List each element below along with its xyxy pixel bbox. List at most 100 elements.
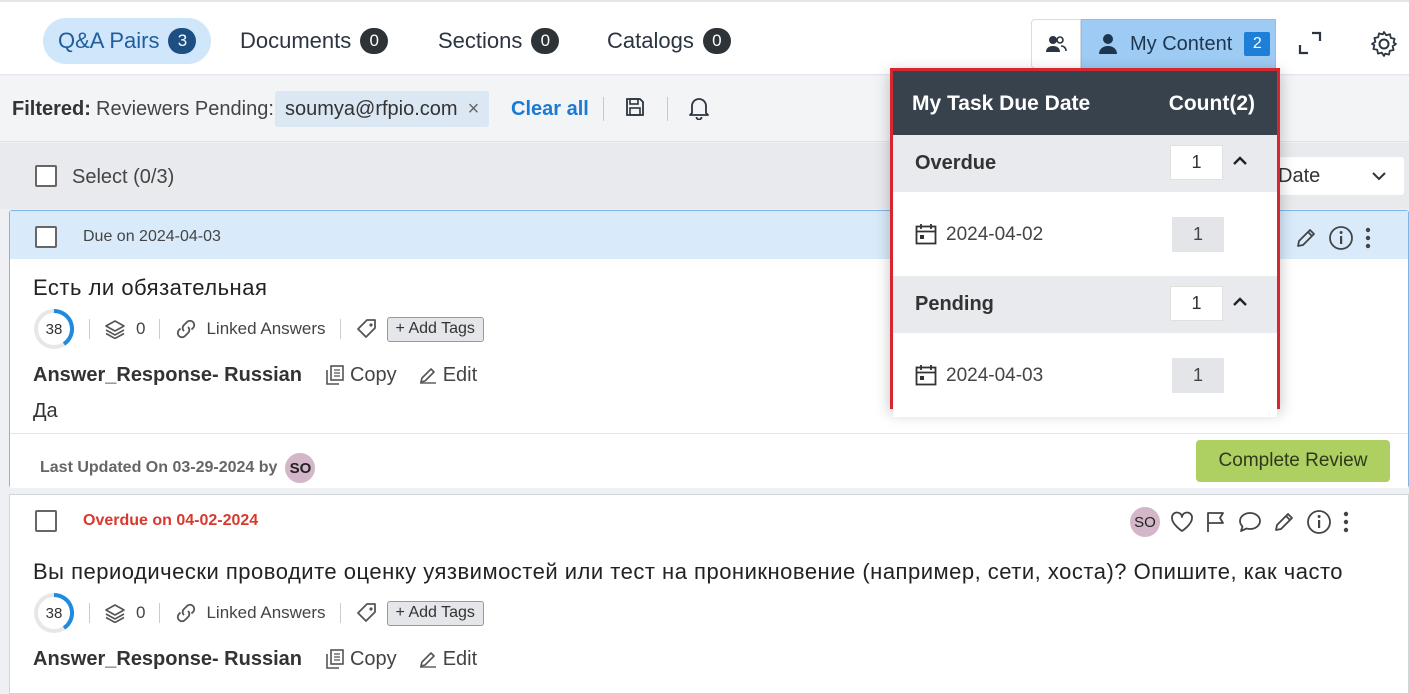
select-all-checkbox[interactable] (35, 165, 57, 187)
divider (89, 319, 90, 339)
due-date-value: 2024-04-03 (946, 365, 1044, 386)
tab-sections[interactable]: Sections 0 (423, 18, 574, 64)
expand-icon (1298, 31, 1322, 55)
card-checkbox[interactable] (35, 226, 57, 248)
expand-button[interactable] (1297, 30, 1323, 56)
tag-icon (356, 319, 376, 338)
tab-qa-pairs[interactable]: Q&A Pairs 3 (43, 18, 212, 64)
due-date-label: Due on 2024-04-03 (83, 228, 221, 245)
more-vertical-icon[interactable] (1364, 226, 1372, 250)
heart-icon[interactable] (1170, 511, 1194, 533)
card-meta-row: 38 0 Linked Answers + Add Tags (33, 308, 484, 350)
popover-count: Count(2) (1168, 92, 1255, 115)
group-count: 1 (1170, 286, 1223, 321)
copy-button[interactable]: Copy (326, 648, 397, 671)
due-date-item[interactable]: 2024-04-02 1 (893, 192, 1277, 276)
remove-filter-icon[interactable]: × (468, 98, 480, 121)
calendar-icon (915, 224, 937, 245)
save-icon (626, 98, 644, 116)
clear-all-link[interactable]: Clear all (511, 98, 589, 121)
edit-button[interactable]: Edit (419, 648, 477, 671)
linked-answers-link[interactable]: Linked Answers (206, 603, 325, 623)
answer-row: Answer_Response- Russian Copy Edit (33, 644, 477, 674)
edit-button[interactable]: Edit (419, 364, 477, 387)
select-count-label: Select (0/3) (72, 166, 175, 188)
filtered-label: Filtered: (12, 98, 91, 120)
team-content-button[interactable] (1031, 19, 1081, 69)
sort-value: Date (1278, 164, 1321, 187)
link-icon (177, 603, 196, 623)
due-date-value: 2024-04-02 (946, 224, 1044, 245)
more-vertical-icon[interactable] (1342, 510, 1350, 534)
last-updated: Last Updated On 03-29-2024 by SO (40, 453, 316, 483)
score-ring: 38 (33, 592, 75, 634)
group-overdue[interactable]: Overdue 1 (893, 135, 1277, 192)
stack-count: 0 (136, 319, 146, 338)
divider (667, 97, 668, 121)
due-date-count: 1 (1172, 358, 1224, 393)
tab-catalogs[interactable]: Catalogs 0 (592, 18, 746, 64)
tab-label: Catalogs (607, 28, 694, 53)
chevron-up-icon[interactable] (1232, 296, 1248, 307)
group-count: 1 (1170, 145, 1223, 180)
score-value: 38 (45, 320, 63, 338)
answer-row: Answer_Response- Russian Copy Edit (33, 360, 477, 390)
overdue-date-label: Overdue on 04-02-2024 (83, 512, 259, 529)
info-icon[interactable] (1328, 225, 1354, 251)
divider (159, 319, 161, 339)
answer-name: Answer_Response- Russian (33, 647, 302, 670)
tab-label: Sections (438, 28, 523, 53)
tab-label: Q&A Pairs (58, 28, 160, 53)
divider (339, 319, 341, 339)
card-actions: SO (1120, 507, 1350, 537)
pencil-icon (419, 652, 436, 668)
link-icon (177, 319, 196, 339)
chevron-up-icon[interactable] (1232, 155, 1248, 166)
copy-label: Copy (349, 363, 397, 386)
sort-select[interactable]: Date (1272, 157, 1404, 195)
notify-button[interactable] (688, 96, 710, 120)
linked-answers-link[interactable]: Linked Answers (206, 319, 325, 339)
my-content-label: My Content (1130, 32, 1233, 55)
user-icon (1099, 34, 1117, 54)
score-ring: 38 (33, 308, 75, 350)
tab-documents[interactable]: Documents 0 (225, 18, 403, 64)
add-tags-button[interactable]: + Add Tags (386, 600, 484, 626)
info-icon[interactable] (1306, 509, 1332, 535)
answer-name: Answer_Response- Russian (33, 363, 302, 386)
calendar-icon (915, 365, 937, 386)
top-tab-bar: Q&A Pairs 3 Documents 0 Sections 0 Catal… (0, 0, 1409, 75)
avatar: SO (285, 453, 316, 483)
save-filter-button[interactable] (625, 97, 645, 117)
due-date-item[interactable]: 2024-04-03 1 (893, 333, 1277, 417)
gear-icon (1371, 31, 1397, 57)
edit-label: Edit (442, 363, 478, 386)
group-pending[interactable]: Pending 1 (893, 276, 1277, 333)
complete-review-button[interactable]: Complete Review (1196, 440, 1390, 482)
tab-label: Documents (240, 28, 352, 53)
popover-header: My Task Due Date Count(2) (893, 71, 1277, 135)
pencil-icon[interactable] (1294, 226, 1318, 250)
pencil-icon[interactable] (1272, 510, 1296, 534)
qa-card[interactable]: Overdue on 04-02-2024 SO Вы периодически… (9, 494, 1409, 694)
card-footer: Last Updated On 03-29-2024 by SO Complet… (10, 433, 1408, 488)
copy-button[interactable]: Copy (326, 364, 397, 387)
add-tags-button[interactable]: + Add Tags (386, 316, 484, 342)
copy-icon (326, 649, 344, 669)
comment-icon[interactable] (1238, 510, 1262, 534)
question-title[interactable]: Вы периодически проводите оценку уязвимо… (33, 559, 1396, 585)
flag-icon[interactable] (1204, 510, 1228, 534)
divider (339, 603, 341, 623)
answer-text: Да (33, 400, 58, 422)
question-title[interactable]: Есть ли обязательная (33, 275, 833, 301)
settings-button[interactable] (1370, 30, 1398, 58)
group-label: Overdue (915, 152, 997, 174)
card-checkbox[interactable] (35, 510, 57, 532)
avatar: SO (1130, 507, 1160, 537)
my-content-button[interactable]: My Content 2 (1081, 19, 1276, 69)
score-value: 38 (45, 604, 63, 622)
last-updated-text: Last Updated On 03-29-2024 by (40, 459, 278, 476)
group-label: Pending (915, 293, 994, 315)
tab-count-badge: 3 (168, 28, 197, 54)
divider (159, 603, 161, 623)
